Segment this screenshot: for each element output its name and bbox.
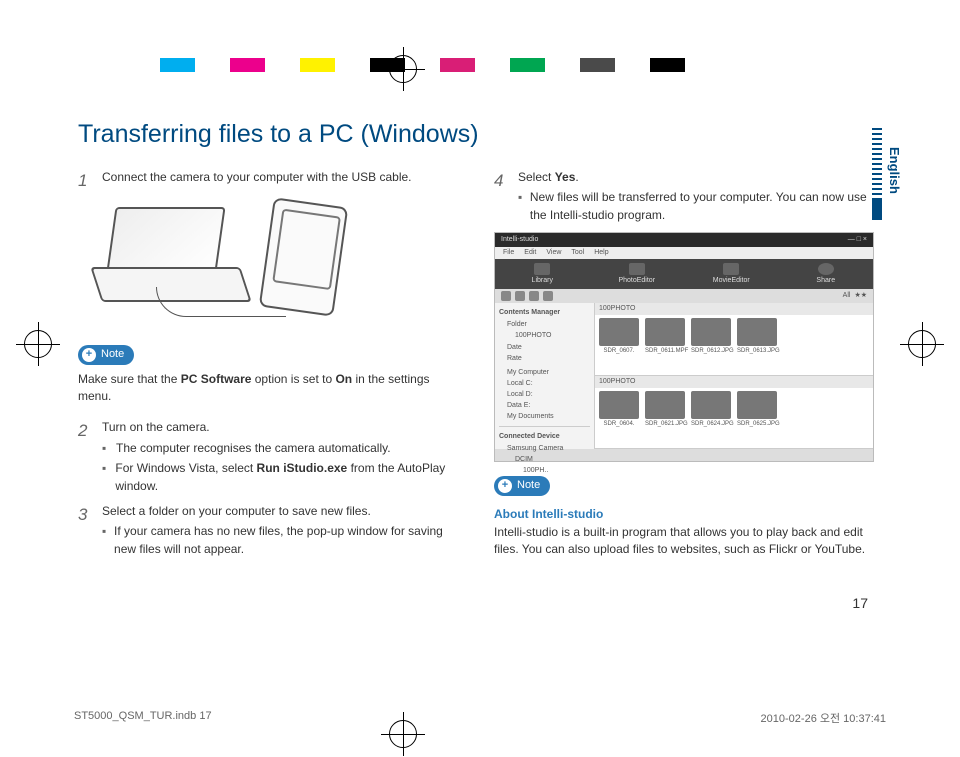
nav-share: Share bbox=[779, 259, 874, 289]
on-label: On bbox=[335, 372, 352, 386]
sidebar-item: My Computer bbox=[499, 368, 590, 378]
menu-item: Help bbox=[594, 248, 608, 258]
language-tab: English bbox=[887, 147, 902, 194]
bullet-text: If your camera has no new files, the pop… bbox=[114, 523, 462, 558]
toolbar-icon bbox=[529, 291, 539, 301]
nav-photo-editor: PhotoEditor bbox=[590, 259, 685, 289]
app-menubar: File Edit View Tool Help bbox=[495, 247, 873, 259]
step-text: Select Yes. bbox=[518, 169, 878, 186]
app-nav: Library PhotoEditor MovieEditor Share bbox=[495, 259, 873, 289]
step-text: Connect the camera to your computer with… bbox=[102, 169, 462, 194]
menu-item: File bbox=[503, 248, 514, 258]
print-footer: ST5000_QSM_TUR.indb 17 2010-02-26 오전 10:… bbox=[74, 710, 886, 726]
step-text: Select a folder on your computer to save… bbox=[102, 503, 462, 520]
note-block-2: + Note About Intelli-studio Intelli-stud… bbox=[494, 468, 878, 558]
note-block-1: + Note Make sure that the PC Software op… bbox=[78, 337, 462, 406]
thumbnail-panel-bottom: 100PHOTO SDR_0604. SDR_0621.JPG SDR_0624… bbox=[595, 376, 873, 449]
menu-item: Tool bbox=[571, 248, 584, 258]
plus-icon: + bbox=[82, 348, 96, 362]
sidebar-item: Local D: bbox=[499, 390, 590, 400]
footer-timestamp: 2010-02-26 오전 10:37:41 bbox=[761, 710, 886, 726]
toolbar-icon bbox=[543, 291, 553, 301]
sidebar-item: DCIM bbox=[499, 455, 590, 465]
right-column: 4 Select Yes. ▪New files will be transfe… bbox=[494, 169, 878, 566]
registration-mark-icon bbox=[24, 330, 52, 358]
sidebar-item: Data E: bbox=[499, 401, 590, 411]
sidebar-item: Folder bbox=[499, 320, 590, 330]
note-label: Note bbox=[517, 478, 540, 494]
step-number: 1 bbox=[78, 169, 92, 194]
page-content: Transferring files to a PC (Windows) 1 C… bbox=[78, 120, 878, 566]
thumbnail: SDR_0625.JPG bbox=[737, 391, 777, 429]
menu-item: View bbox=[546, 248, 561, 258]
thumbnail: SDR_0607. bbox=[599, 318, 639, 356]
toolbar-icon bbox=[501, 291, 511, 301]
step-1: 1 Connect the camera to your computer wi… bbox=[78, 169, 462, 194]
sidebar-item: My Documents bbox=[499, 412, 590, 422]
step-number: 4 bbox=[494, 169, 508, 224]
bullet-text: For Windows Vista, select Run iStudio.ex… bbox=[115, 460, 462, 495]
menu-item: Edit bbox=[524, 248, 536, 258]
note-badge: + Note bbox=[78, 345, 134, 365]
thumbnail: SDR_0621.JPG bbox=[645, 391, 685, 429]
sidebar-item: Date bbox=[499, 343, 590, 353]
step-text: Turn on the camera. bbox=[102, 419, 462, 436]
sidebar-item: 100PHOTO bbox=[499, 331, 590, 341]
page-number: 17 bbox=[852, 595, 868, 611]
app-titlebar: Intelli-studio — □ × bbox=[495, 233, 873, 247]
intelli-studio-screenshot: Intelli-studio — □ × File Edit View Tool… bbox=[494, 232, 874, 462]
thumbnail: SDR_0613.JPG bbox=[737, 318, 777, 356]
footer-filename: ST5000_QSM_TUR.indb 17 bbox=[74, 710, 212, 726]
step-number: 3 bbox=[78, 503, 92, 558]
registration-mark-icon bbox=[389, 55, 417, 83]
note-label: Note bbox=[101, 347, 124, 363]
registration-mark-icon bbox=[908, 330, 936, 358]
nav-movie-editor: MovieEditor bbox=[684, 259, 779, 289]
step-number: 2 bbox=[78, 419, 92, 495]
sidebar-item: Rate bbox=[499, 354, 590, 364]
toolbar-label: ★★ bbox=[854, 291, 867, 301]
usb-cable-icon bbox=[156, 287, 286, 317]
toolbar-label: All bbox=[843, 291, 851, 301]
thumbnail: SDR_0611.MPF bbox=[645, 318, 685, 356]
bullet-text: The computer recognises the camera autom… bbox=[116, 440, 391, 457]
plus-icon: + bbox=[498, 479, 512, 493]
step-4: 4 Select Yes. ▪New files will be transfe… bbox=[494, 169, 878, 224]
connection-illustration bbox=[96, 202, 462, 327]
sidebar-item: Samsung Camera bbox=[499, 444, 590, 454]
step-2: 2 Turn on the camera. ▪The computer reco… bbox=[78, 419, 462, 495]
panel-head: 100PHOTO bbox=[595, 303, 873, 315]
sidebar-head: Contents Manager bbox=[499, 308, 590, 318]
app-toolbar: All ★★ bbox=[495, 289, 873, 303]
bullet-text: New files will be transferred to your co… bbox=[530, 189, 878, 224]
pc-software-label: PC Software bbox=[181, 372, 252, 386]
sidebar-head: Connected Device bbox=[499, 432, 590, 442]
note-text: Intelli-studio is a built-in program tha… bbox=[494, 524, 878, 559]
thumbnail: SDR_0624.JPG bbox=[691, 391, 731, 429]
page-title: Transferring files to a PC (Windows) bbox=[78, 120, 878, 149]
app-title: Intelli-studio bbox=[501, 235, 538, 245]
note-text: Make sure that the PC Software option is… bbox=[78, 371, 462, 406]
left-column: 1 Connect the camera to your computer wi… bbox=[78, 169, 462, 566]
note-badge: + Note bbox=[494, 476, 550, 496]
note-title: About Intelli-studio bbox=[494, 506, 878, 523]
thumbnail-panel-top: 100PHOTO SDR_0607. SDR_0611.MPF SDR_0612… bbox=[595, 303, 873, 376]
laptop-icon bbox=[106, 207, 225, 272]
step-3: 3 Select a folder on your computer to sa… bbox=[78, 503, 462, 558]
thumbnail: SDR_0604. bbox=[599, 391, 639, 429]
app-sidebar: Contents Manager Folder 100PHOTO Date Ra… bbox=[495, 303, 595, 449]
window-controls-icon: — □ × bbox=[848, 235, 867, 245]
nav-library: Library bbox=[495, 259, 590, 289]
thumbnail: SDR_0612.JPG bbox=[691, 318, 731, 356]
toolbar-icon bbox=[515, 291, 525, 301]
sidebar-item: Local C: bbox=[499, 379, 590, 389]
panel-head: 100PHOTO bbox=[595, 376, 873, 388]
